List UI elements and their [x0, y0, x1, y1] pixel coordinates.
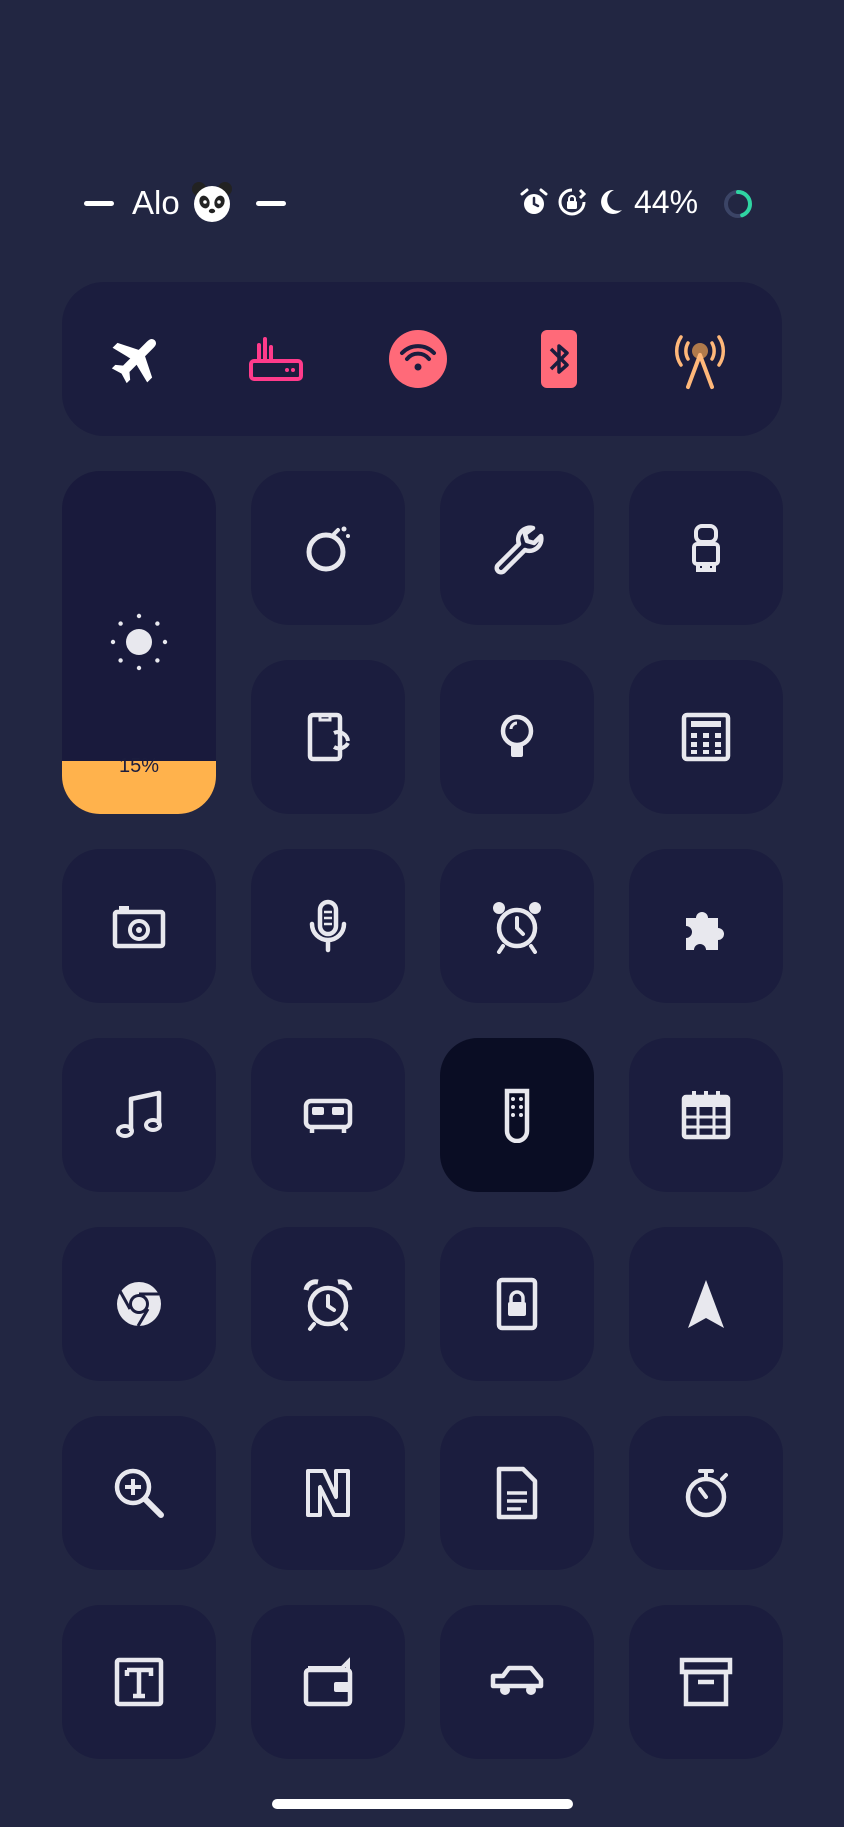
do-not-disturb-moon-icon [601, 189, 622, 214]
navigation-arrow-icon [688, 1280, 724, 1328]
battery-ring-icon [724, 190, 752, 218]
navigation-tile[interactable] [629, 1227, 783, 1381]
lock-document-tile[interactable] [440, 1227, 594, 1381]
bed-tile[interactable] [251, 1038, 405, 1192]
notion-icon [306, 1469, 350, 1517]
home-indicator[interactable] [272, 1799, 573, 1809]
remote-tile[interactable] [440, 1038, 594, 1192]
screen-rotate-icon [307, 712, 350, 762]
alarm-status-icon [520, 188, 548, 214]
airplane-icon[interactable] [104, 327, 168, 391]
notion-tile[interactable] [251, 1416, 405, 1570]
car-icon [490, 1665, 544, 1695]
archive-icon [679, 1657, 733, 1707]
zoom-in-tile[interactable] [62, 1416, 216, 1570]
sun-icon [110, 613, 168, 671]
brightness-slider[interactable]: 15% [62, 471, 216, 814]
stopwatch-tile[interactable] [629, 1416, 783, 1570]
zoom-in-icon [114, 1468, 164, 1518]
alarm-icon [303, 1279, 353, 1331]
astronaut-icon [692, 524, 720, 572]
wallet-tile[interactable] [251, 1605, 405, 1759]
music-icon [116, 1090, 162, 1138]
car-tile[interactable] [440, 1605, 594, 1759]
lightbulb-icon [500, 714, 534, 757]
puzzle-tile[interactable] [629, 849, 783, 1003]
panda-emoji-icon [192, 182, 232, 222]
document-tile[interactable] [440, 1416, 594, 1570]
bed-icon [303, 1098, 353, 1133]
screen-rotate-tile[interactable] [251, 660, 405, 814]
dash-right [256, 201, 286, 206]
status-bar: Alo 44% [0, 176, 844, 232]
calculator-tile[interactable] [629, 660, 783, 814]
bomb-icon [306, 526, 350, 572]
brightness-value: 15% [118, 755, 160, 777]
alarm-clock-tile[interactable] [440, 849, 594, 1003]
battery-percentage: 44% [634, 184, 699, 220]
camera-tile[interactable] [62, 849, 216, 1003]
text-box-tile[interactable] [62, 1605, 216, 1759]
remote-icon [504, 1088, 530, 1143]
rotation-lock-status-icon [558, 188, 587, 216]
music-tile[interactable] [62, 1038, 216, 1192]
microphone-icon [309, 899, 347, 953]
text-box-icon [114, 1657, 164, 1707]
bluetooth-icon[interactable] [527, 327, 591, 391]
archive-tile[interactable] [629, 1605, 783, 1759]
wifi-icon[interactable] [386, 327, 450, 391]
puzzle-icon [686, 912, 724, 950]
device-title: Alo [132, 184, 180, 221]
wrench-tile[interactable] [440, 471, 594, 625]
chrome-tile[interactable] [62, 1227, 216, 1381]
connectivity-panel [62, 282, 782, 436]
hotspot-router-icon[interactable] [245, 327, 309, 391]
stopwatch-icon [685, 1469, 728, 1518]
wallet-icon [303, 1657, 353, 1707]
chrome-icon [117, 1282, 161, 1327]
lock-document-icon [496, 1277, 538, 1331]
calendar-tile[interactable] [629, 1038, 783, 1192]
dash-left [84, 201, 114, 206]
astronaut-tile[interactable] [629, 471, 783, 625]
bomb-tile[interactable] [251, 471, 405, 625]
document-icon [496, 1466, 538, 1520]
alarm-clock-icon [493, 902, 541, 954]
lightbulb-tile[interactable] [440, 660, 594, 814]
alarm-tile[interactable] [251, 1227, 405, 1381]
wrench-icon [494, 525, 544, 575]
calculator-icon [681, 712, 731, 762]
camera-icon [112, 906, 166, 949]
calendar-icon [681, 1091, 731, 1140]
broadcast-tower-icon[interactable] [668, 327, 732, 391]
microphone-tile[interactable] [251, 849, 405, 1003]
